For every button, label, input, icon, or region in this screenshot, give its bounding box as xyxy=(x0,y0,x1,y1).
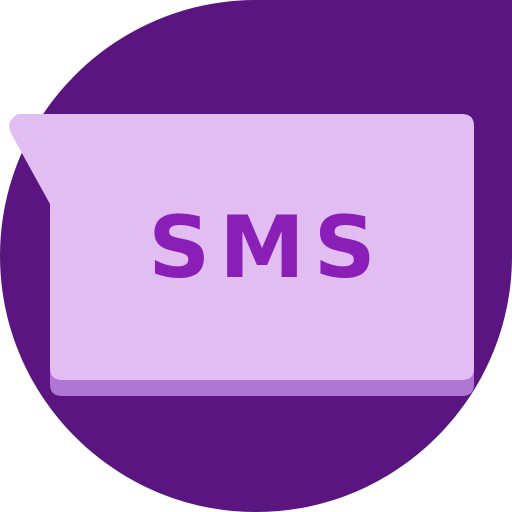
sms-label: SMS xyxy=(148,198,385,298)
sms-icon-canvas: SMS xyxy=(0,0,512,512)
